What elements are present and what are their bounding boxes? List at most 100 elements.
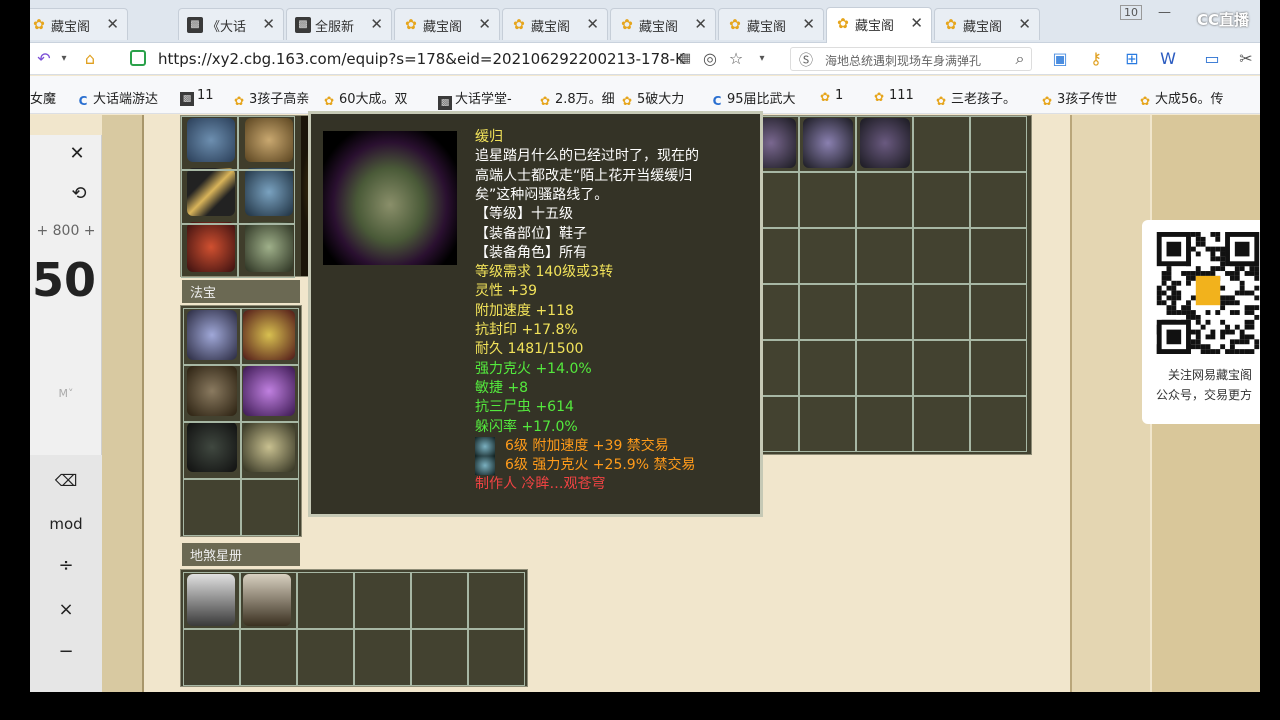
grid-cell[interactable] bbox=[354, 629, 411, 686]
tab[interactable]: ✿ 藏宝阁 ✕ bbox=[718, 8, 824, 40]
grid-cell[interactable] bbox=[183, 479, 241, 536]
star-icon[interactable]: ☆ bbox=[726, 49, 746, 69]
close-icon[interactable]: ✕ bbox=[478, 15, 491, 33]
backspace-key[interactable]: ⌫ bbox=[30, 471, 102, 490]
close-icon[interactable]: ✕ bbox=[1018, 15, 1031, 33]
bookmark-item[interactable]: C 大话端游达 bbox=[76, 88, 158, 108]
bookmark-item[interactable]: ✿ 3孩子传世 bbox=[1040, 88, 1117, 108]
grid-cell[interactable] bbox=[913, 172, 970, 228]
grid-cell[interactable] bbox=[238, 170, 295, 224]
grid-cell[interactable] bbox=[913, 284, 970, 340]
grid-cell[interactable] bbox=[238, 116, 295, 170]
bookmark-item[interactable]: ✿ 60大成。双 bbox=[322, 88, 408, 108]
close-icon[interactable]: ✕ bbox=[802, 15, 815, 33]
tab[interactable]: ✿ 藏宝阁 ✕ bbox=[934, 8, 1040, 40]
extension-icon[interactable]: ▣ bbox=[1050, 49, 1070, 69]
tab[interactable]: ▩ 全服新 ✕ bbox=[286, 8, 392, 40]
grid-cell[interactable] bbox=[183, 308, 241, 365]
grid-cell[interactable] bbox=[241, 365, 299, 422]
bookmark-item[interactable]: C 95届比武大 bbox=[710, 88, 796, 108]
multiply-key[interactable]: × bbox=[30, 599, 102, 620]
close-icon[interactable]: ✕ bbox=[106, 15, 119, 33]
grid-cell[interactable] bbox=[181, 224, 238, 278]
qr-code-icon[interactable] bbox=[1156, 232, 1260, 354]
tab[interactable]: ✿ 藏宝阁 ✕ bbox=[394, 8, 500, 40]
bookmark-item[interactable]: ▩ 11 bbox=[180, 88, 214, 106]
grid-cell[interactable] bbox=[241, 308, 299, 365]
close-icon[interactable]: ✕ bbox=[910, 14, 923, 32]
bookmark-item[interactable]: ✿ 1 bbox=[818, 88, 843, 104]
grid-cell[interactable] bbox=[913, 396, 970, 452]
qr-code-icon[interactable]: ▦ bbox=[675, 49, 695, 69]
word-icon[interactable]: W bbox=[1158, 49, 1178, 69]
grid-cell[interactable] bbox=[297, 629, 354, 686]
inventory-item-icon[interactable] bbox=[803, 118, 853, 168]
grid-cell[interactable] bbox=[411, 629, 468, 686]
grid-cell[interactable] bbox=[241, 479, 299, 536]
tab[interactable]: ✿ 藏宝阁 ✕ bbox=[30, 8, 128, 40]
bookmark-item[interactable]: ✿ 大成56。传 bbox=[1138, 88, 1224, 108]
grid-cell[interactable] bbox=[970, 172, 1027, 228]
grid-cell[interactable] bbox=[468, 629, 525, 686]
close-icon[interactable]: ✕ bbox=[586, 15, 599, 33]
tab[interactable]: ✿ 藏宝阁 ✕ bbox=[502, 8, 608, 40]
close-icon[interactable]: ✕ bbox=[262, 15, 275, 33]
bookmark-item[interactable]: ✿ 111 bbox=[872, 88, 914, 104]
window-badge[interactable]: 10 bbox=[1120, 5, 1142, 20]
close-icon[interactable]: ✕ bbox=[370, 15, 383, 33]
bookmark-item[interactable]: ✿ 5破大力 bbox=[620, 88, 684, 108]
close-icon[interactable]: ✕ bbox=[694, 15, 707, 33]
grid-cell[interactable] bbox=[240, 629, 297, 686]
minus-key[interactable]: − bbox=[30, 641, 102, 662]
tab[interactable]: ▩ 《大话 ✕ bbox=[178, 8, 284, 40]
scissors-icon[interactable]: ✂ bbox=[1236, 49, 1256, 69]
chevron-down-icon[interactable]: ▾ bbox=[752, 49, 772, 69]
mod-key[interactable]: mod bbox=[30, 515, 102, 533]
grid-cell[interactable] bbox=[970, 396, 1027, 452]
history-icon[interactable]: ⟲ bbox=[64, 183, 94, 204]
grid-cell[interactable] bbox=[913, 228, 970, 284]
tab[interactable]: ✿ 藏宝阁 ✕ bbox=[826, 7, 932, 43]
minimize-icon[interactable]: — bbox=[1158, 5, 1171, 20]
grid-cell[interactable] bbox=[411, 572, 468, 629]
close-icon[interactable]: ✕ bbox=[62, 143, 92, 164]
grid-cell[interactable] bbox=[354, 572, 411, 629]
grid-cell[interactable] bbox=[468, 572, 525, 629]
tab[interactable]: ✿ 藏宝阁 ✕ bbox=[610, 8, 716, 40]
url-field[interactable]: https://xy2.cbg.163.com/equip?s=178&eid=… bbox=[158, 50, 685, 68]
grid-cell[interactable] bbox=[183, 422, 241, 479]
translate-icon[interactable]: ⊞ bbox=[1122, 49, 1142, 69]
grid-cell[interactable] bbox=[913, 340, 970, 396]
grid-cell[interactable] bbox=[913, 116, 970, 172]
grid-cell[interactable] bbox=[856, 284, 913, 340]
calc-memory[interactable]: M˅ bbox=[30, 387, 102, 400]
bookmark-item[interactable]: 女魔 bbox=[30, 88, 56, 107]
grid-cell[interactable] bbox=[970, 340, 1027, 396]
divide-key[interactable]: ÷ bbox=[30, 555, 102, 576]
grid-cell[interactable] bbox=[799, 340, 856, 396]
grid-cell[interactable] bbox=[241, 422, 299, 479]
key-icon[interactable]: ⚷ bbox=[1086, 49, 1106, 69]
bookmark-item[interactable]: ▩ 大话学堂- bbox=[438, 88, 512, 110]
grid-cell[interactable] bbox=[856, 172, 913, 228]
grid-cell[interactable] bbox=[970, 116, 1027, 172]
grid-cell[interactable] bbox=[799, 228, 856, 284]
grid-cell[interactable] bbox=[856, 228, 913, 284]
grid-cell[interactable] bbox=[799, 284, 856, 340]
grid-cell[interactable] bbox=[183, 572, 240, 629]
search-input[interactable]: 海地总统遇刺现场车身满弹孔 Ⓢ bbox=[790, 47, 1032, 71]
grid-cell[interactable] bbox=[183, 365, 241, 422]
grid-cell[interactable] bbox=[799, 396, 856, 452]
grid-cell[interactable] bbox=[181, 116, 238, 170]
grid-cell[interactable] bbox=[970, 228, 1027, 284]
bookmark-item[interactable]: ✿ 三老孩子。 bbox=[934, 88, 1016, 108]
grid-cell[interactable] bbox=[183, 629, 240, 686]
grid-cell[interactable] bbox=[856, 340, 913, 396]
grid-cell[interactable] bbox=[240, 572, 297, 629]
search-icon[interactable]: ⌕ bbox=[1010, 49, 1030, 69]
home-icon[interactable]: ⌂ bbox=[80, 49, 100, 69]
back-icon[interactable]: ↶ bbox=[34, 49, 54, 69]
grid-cell[interactable] bbox=[238, 224, 295, 278]
reader-icon[interactable]: ◎ bbox=[700, 49, 720, 69]
grid-cell[interactable] bbox=[297, 572, 354, 629]
